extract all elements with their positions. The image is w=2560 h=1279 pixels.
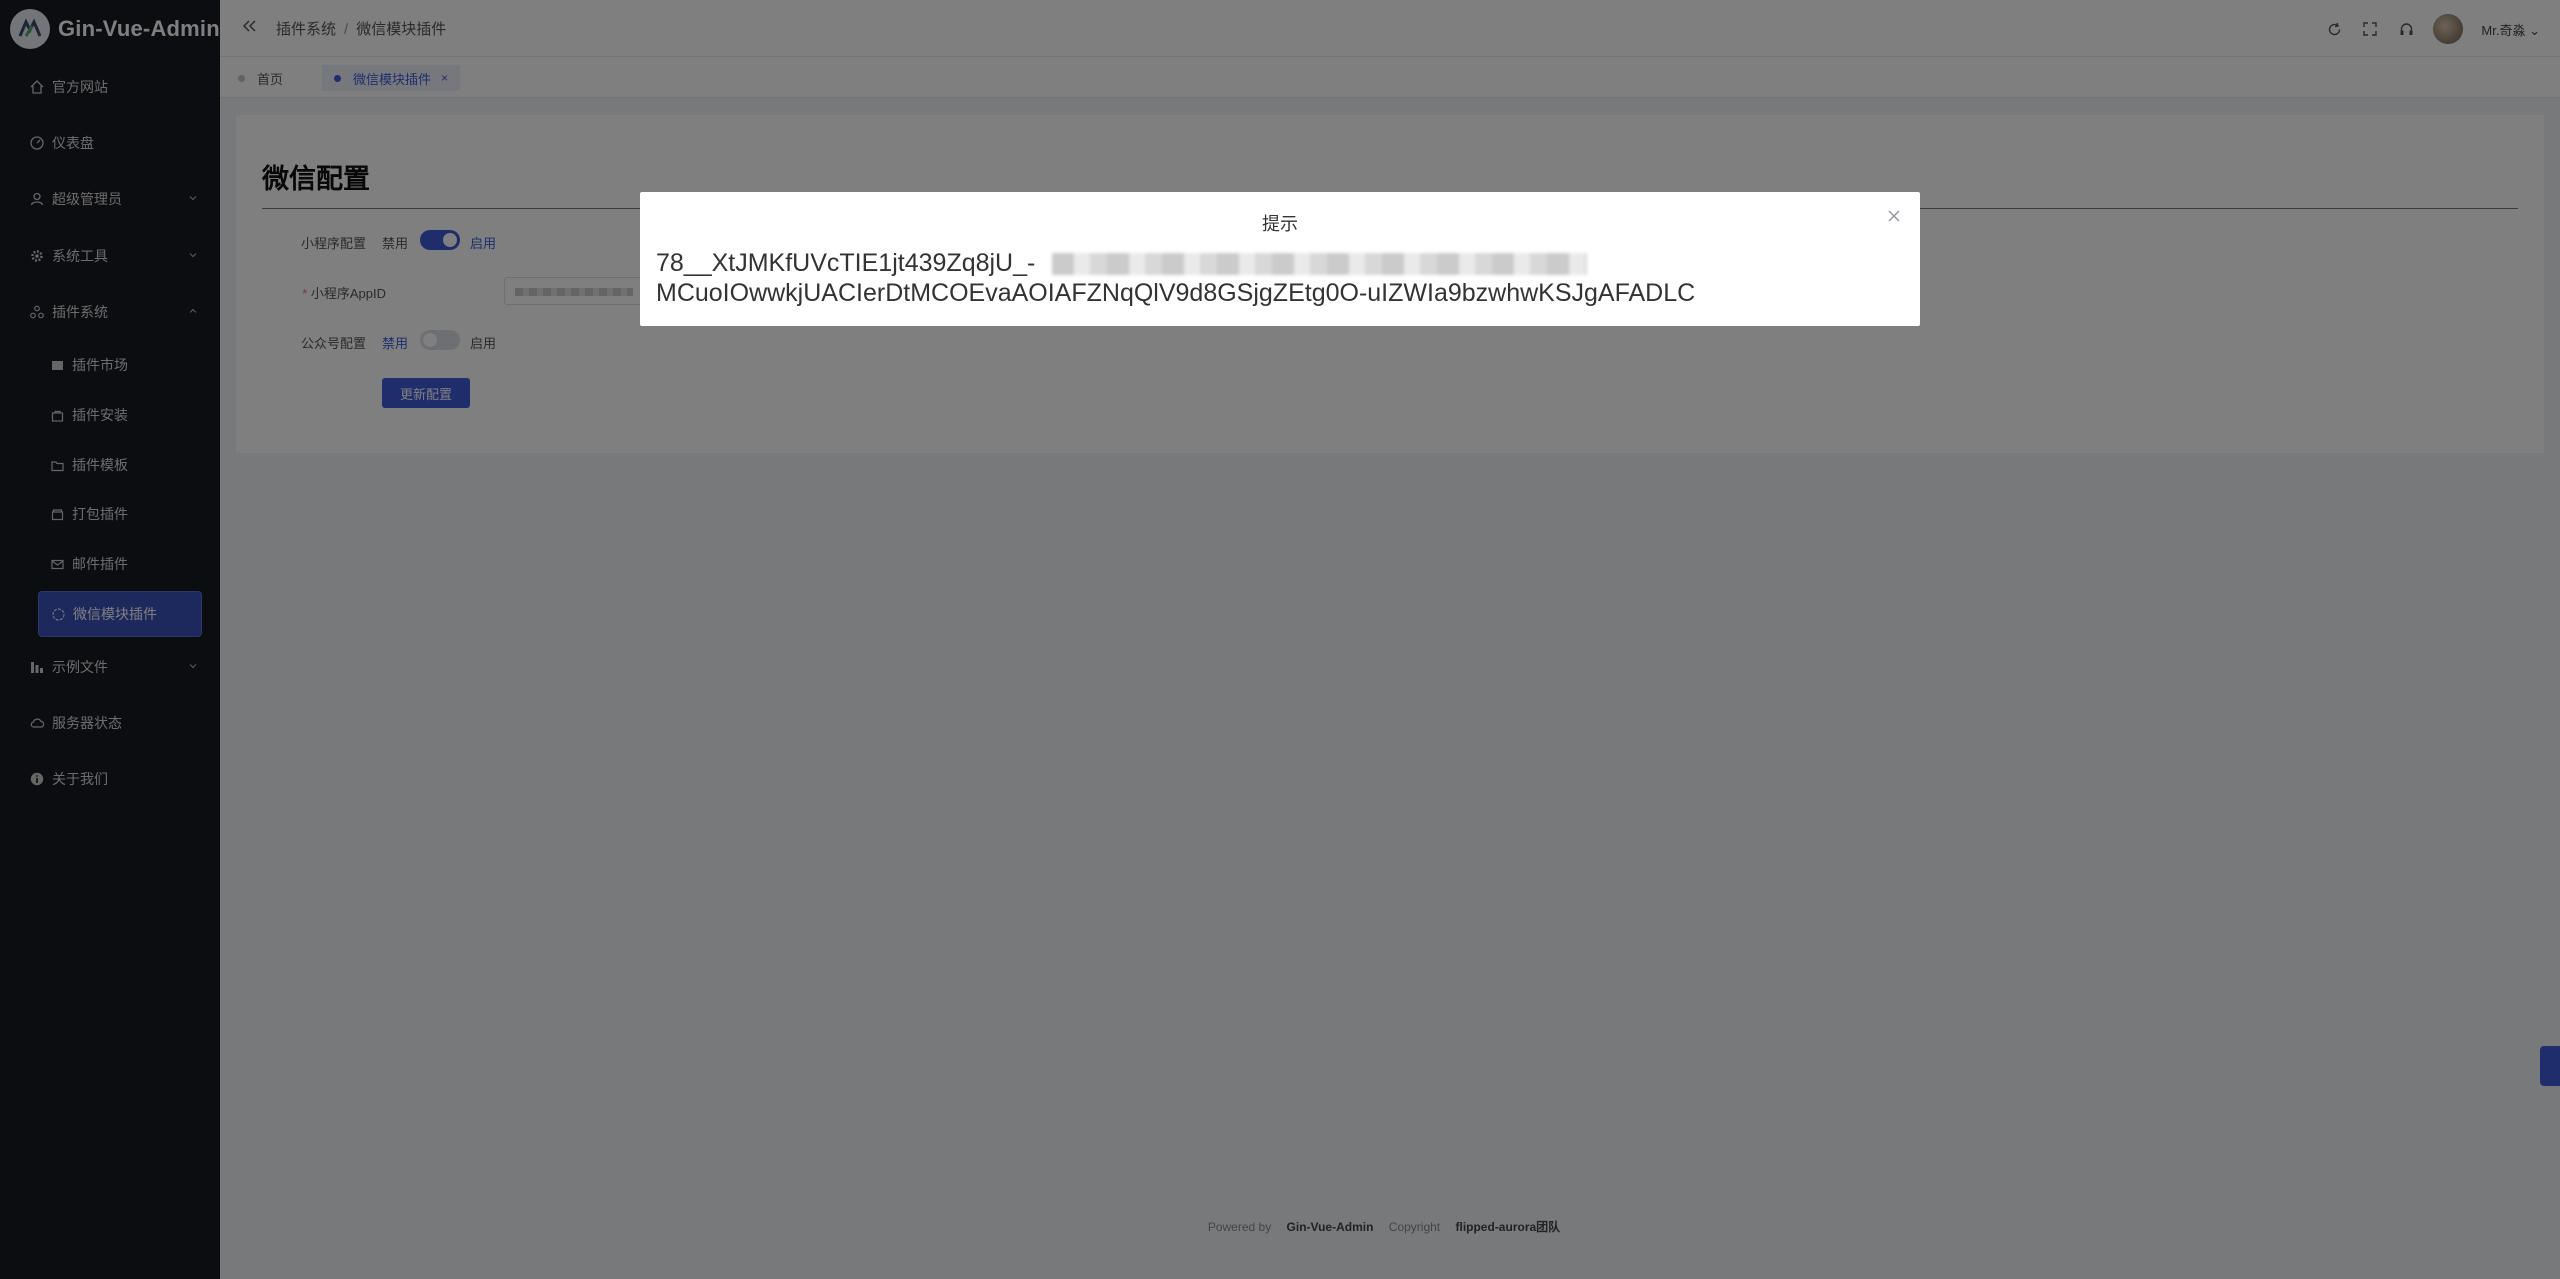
message-line-2: MCuoIOwwkjUACIerDtMCOEvaAOIAFZNqQlV9d8GS… [656, 279, 1696, 307]
dialog-title: 提示 [1262, 214, 1298, 234]
dialog-message: 78__XtJMKfUVcTIE1jt439Zq8jU_- MCuoIOwwkj… [656, 248, 1896, 308]
close-icon[interactable] [1884, 206, 1904, 226]
redacted-token-mosaic [1052, 253, 1587, 275]
message-dialog: 提示 78__XtJMKfUVcTIE1jt439Zq8jU_- MCuoIOw… [640, 192, 1920, 326]
